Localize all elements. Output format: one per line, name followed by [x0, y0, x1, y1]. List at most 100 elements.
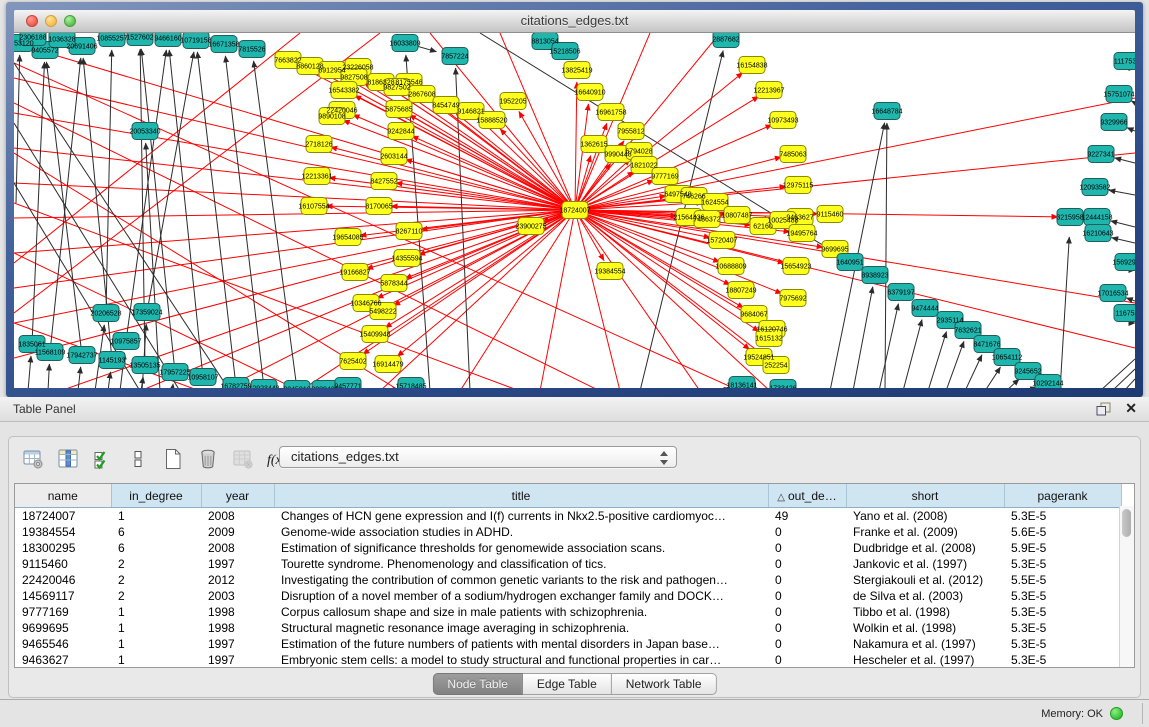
table-cell[interactable]: Yano et al. (2008)	[846, 508, 1004, 525]
table-scrollbar[interactable]	[1119, 506, 1134, 667]
table-cell[interactable]: 9463627	[15, 652, 111, 668]
graph-edge[interactable]	[225, 56, 264, 388]
network-view-window[interactable]: citations_edges.txt 18724007766382288601…	[6, 2, 1143, 397]
table-cell[interactable]: Genome-wide association studies in ADHD.	[274, 524, 768, 540]
table-cell[interactable]: de Silva et al. (2003)	[846, 588, 1004, 604]
table-cell[interactable]: 1	[111, 636, 201, 652]
table-cell[interactable]: 0	[768, 604, 846, 620]
graph-edge[interactable]	[48, 364, 49, 388]
table-cell[interactable]: 2012	[201, 572, 274, 588]
table-cell[interactable]: 2008	[201, 508, 274, 525]
graph-edge[interactable]	[879, 304, 898, 388]
table-cell[interactable]: Stergiakouli et al. (2012)	[846, 572, 1004, 588]
table-cell[interactable]: 1998	[201, 620, 274, 636]
table-cell[interactable]: 2	[111, 588, 201, 604]
table-cell[interactable]: 5.3E-5	[1004, 604, 1121, 620]
column-header-pagerank[interactable]: pagerank	[1004, 484, 1121, 508]
merge-rows-icon[interactable]	[124, 446, 152, 472]
table-cell[interactable]: Embryonic stem cells: a model to study s…	[274, 652, 768, 668]
graph-edge[interactable]	[903, 320, 922, 388]
table-row[interactable]: 946362711997Embryonic stem cells: a mode…	[15, 652, 1121, 668]
table-cell[interactable]: 0	[768, 540, 846, 556]
table-cell[interactable]: 1	[111, 604, 201, 620]
table-row[interactable]: 1456911722003Disruption of a novel membe…	[15, 588, 1121, 604]
table-cell[interactable]: Changes of HCN gene expression and I(f) …	[274, 508, 768, 525]
table-cell[interactable]: 1997	[201, 652, 274, 668]
close-panel-icon[interactable]: ✕	[1125, 400, 1137, 417]
select-columns-icon[interactable]	[89, 446, 117, 472]
table-cell[interactable]: 5.9E-5	[1004, 540, 1121, 556]
table-scrollbar-thumb[interactable]	[1122, 509, 1131, 537]
graph-edge[interactable]	[500, 129, 575, 210]
table-cell[interactable]: 2	[111, 572, 201, 588]
graph-edge[interactable]	[172, 384, 173, 388]
table-cell[interactable]: Franke et al. (2009)	[846, 524, 1004, 540]
table-cell[interactable]: 0	[768, 556, 846, 572]
table-cell[interactable]: Hescheler et al. (1997)	[846, 652, 1004, 668]
table-cell[interactable]: 2009	[201, 524, 274, 540]
table-cell[interactable]: 1997	[201, 556, 274, 572]
table-cell[interactable]: 5.3E-5	[1004, 508, 1121, 525]
table-cell[interactable]: 9699695	[15, 620, 111, 636]
table-cell[interactable]: 5.3E-5	[1004, 636, 1121, 652]
table-cell[interactable]: 0	[768, 636, 846, 652]
table-cell[interactable]: 2	[111, 556, 201, 572]
table-cell[interactable]: 6	[111, 540, 201, 556]
import-table-disabled-icon[interactable]	[229, 446, 257, 472]
column-header-short[interactable]: short	[846, 484, 1004, 508]
table-cell[interactable]: 0	[768, 524, 846, 540]
graph-edge[interactable]	[885, 123, 887, 388]
table-cell[interactable]: Tibbo et al. (1998)	[846, 604, 1004, 620]
table-cell[interactable]: 1997	[201, 636, 274, 652]
graph-edge[interactable]	[985, 367, 1000, 388]
table-cell[interactable]: 22420046	[15, 572, 111, 588]
graph-edge[interactable]	[169, 50, 203, 377]
column-header-year[interactable]: year	[201, 484, 274, 508]
graph-edge[interactable]	[28, 356, 31, 388]
table-cell[interactable]: 14569117	[15, 588, 111, 604]
table-cell[interactable]: Jankovic et al. (1997)	[846, 556, 1004, 572]
table-cell[interactable]: 1	[111, 652, 201, 668]
graph-edge[interactable]	[928, 331, 946, 388]
table-cell[interactable]: 18724007	[15, 508, 111, 525]
table-cell[interactable]: Structural magnetic resonance image aver…	[274, 620, 768, 636]
table-cell[interactable]: 2008	[201, 540, 274, 556]
graph-edge[interactable]	[46, 62, 82, 355]
tab-edge-table[interactable]: Edge Table	[523, 673, 612, 695]
graph-edge[interactable]	[1126, 298, 1135, 301]
table-cell[interactable]: 5.3E-5	[1004, 652, 1121, 668]
table-cell[interactable]: 9465546	[15, 636, 111, 652]
table-cell[interactable]: Estimation of significance thresholds fo…	[274, 540, 768, 556]
window-titlebar[interactable]: citations_edges.txt	[14, 10, 1135, 33]
table-cell[interactable]: 6	[111, 524, 201, 540]
table-cell[interactable]: Estimation of the future numbers of pati…	[274, 636, 768, 652]
table-cell[interactable]: 9115460	[15, 556, 111, 572]
graph-edge[interactable]	[1060, 237, 1069, 388]
table-cell[interactable]: Disruption of a novel member of a sodium…	[274, 588, 768, 604]
table-cell[interactable]: Investigating the contribution of common…	[274, 572, 768, 588]
delete-icon[interactable]	[194, 446, 222, 472]
table-cell[interactable]: 9777169	[15, 604, 111, 620]
graph-edge[interactable]	[1111, 221, 1135, 227]
table-cell[interactable]: 5.3E-5	[1004, 620, 1121, 636]
table-cell[interactable]: 1998	[201, 604, 274, 620]
table-row[interactable]: 969969511998Structural magnetic resonanc…	[15, 620, 1121, 636]
table-cell[interactable]: 2003	[201, 588, 274, 604]
graph-edge[interactable]	[1006, 379, 1019, 388]
table-cell[interactable]: 0	[768, 588, 846, 604]
graph-edge[interactable]	[1112, 238, 1135, 243]
graph-edge[interactable]	[397, 210, 575, 356]
graph-edge[interactable]	[1127, 128, 1135, 131]
new-document-icon[interactable]	[159, 446, 187, 472]
column-header-in-degree[interactable]: in_degree	[111, 484, 201, 508]
table-cell[interactable]: 5.5E-5	[1004, 572, 1121, 588]
table-row[interactable]: 1938455462009Genome-wide association stu…	[15, 524, 1121, 540]
table-cell[interactable]: Nakamura et al. (1997)	[846, 636, 1004, 652]
table-row[interactable]: 1830029562008Estimation of significance …	[15, 540, 1121, 556]
graph-edge[interactable]	[853, 287, 873, 388]
table-cell[interactable]: 5.3E-5	[1004, 588, 1121, 604]
graph-edge[interactable]	[575, 82, 577, 210]
column-chooser-icon[interactable]	[54, 446, 82, 472]
table-row[interactable]: 1872400712008Changes of HCN gene express…	[15, 508, 1121, 525]
table-row[interactable]: 977716911998Corpus callosum shape and si…	[15, 604, 1121, 620]
